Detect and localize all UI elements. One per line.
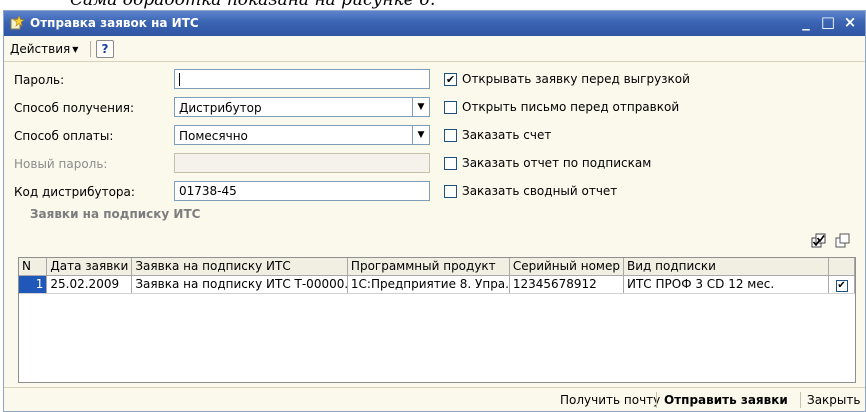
option-order-summary-report[interactable]: Заказать сводный отчет [444, 184, 617, 198]
checkbox[interactable] [444, 128, 457, 142]
app-icon [10, 16, 24, 30]
col-header-n[interactable]: N [19, 258, 48, 276]
password-label: Пароль: [14, 73, 65, 87]
option-label: Заказать сводный отчет [462, 184, 618, 198]
row-checkbox[interactable]: ✔ [835, 279, 848, 292]
checkbox[interactable] [444, 184, 457, 198]
cell-product[interactable]: 1С:Предприятие 8. Упра... [347, 275, 510, 294]
col-header-serial[interactable]: Серийный номер [509, 258, 624, 276]
distributor-code-field[interactable]: 01738-45 [174, 181, 430, 201]
password-field[interactable] [174, 69, 430, 89]
dialog-window: Отправка заявок на ИТС _ □ × Действия ▼ ?… [3, 10, 866, 412]
checkbox[interactable] [444, 100, 457, 114]
maximize-icon[interactable]: □ [819, 13, 837, 31]
cell-subscription-type[interactable]: ИТС ПРОФ 3 CD 12 мес. [623, 275, 830, 294]
payment-method-label: Способ оплаты: [14, 129, 114, 143]
table-row[interactable]: 1 25.02.2009 Заявка на подписку ИТС Т-00… [19, 275, 855, 294]
toolbar-divider [90, 41, 91, 57]
option-open-letter[interactable]: Открыть письмо перед отправкой [444, 100, 679, 114]
window-title: Отправка заявок на ИТС [30, 16, 199, 30]
section-title: Заявки на подписку ИТС [30, 207, 201, 221]
option-label: Заказать счет [462, 128, 552, 142]
actions-label: Действия [10, 42, 71, 56]
cell-request[interactable]: Заявка на подписку ИТС Т-00000... [131, 275, 348, 294]
option-label: Открывать заявку перед выгрузкой [462, 72, 690, 86]
payment-method-value: Помесячно [179, 129, 248, 143]
uncheck-all-icon[interactable] [835, 233, 851, 249]
minimize-icon[interactable]: _ [797, 13, 815, 31]
col-header-mark [828, 258, 855, 276]
option-open-request[interactable]: ✔ Открывать заявку перед выгрузкой [444, 72, 690, 86]
new-password-field [174, 153, 430, 173]
payment-method-select[interactable]: Помесячно ▼ [174, 125, 430, 145]
dropdown-arrow-icon[interactable]: ▼ [412, 98, 429, 116]
option-label: Открыть письмо перед отправкой [462, 100, 680, 114]
cell-mark[interactable]: ✔ [828, 275, 855, 294]
receive-method-label: Способ получения: [14, 101, 135, 115]
col-header-request[interactable]: Заявка на подписку ИТС [131, 258, 348, 276]
col-header-product[interactable]: Программный продукт [347, 258, 510, 276]
cell-n[interactable]: 1 [19, 275, 48, 294]
toolbar: Действия ▼ ? [4, 36, 865, 62]
cell-date[interactable]: 25.02.2009 [46, 275, 133, 294]
get-mail-button[interactable]: Получить почту [560, 393, 660, 407]
option-label: Заказать отчет по подпискам [462, 156, 652, 170]
close-button[interactable]: Закрыть [807, 393, 860, 407]
bottom-divider [800, 392, 801, 408]
receive-method-select[interactable]: Дистрибутор ▼ [174, 97, 430, 117]
help-button[interactable]: ? [96, 40, 114, 58]
option-order-subscription-report[interactable]: Заказать отчет по подпискам [444, 156, 651, 170]
send-requests-button[interactable]: Отправить заявки [664, 393, 788, 407]
table-header-row: N Дата заявки Заявка на подписку ИТС Про… [19, 258, 855, 276]
col-header-subscription-type[interactable]: Вид подписки [623, 258, 830, 276]
option-order-invoice[interactable]: Заказать счет [444, 128, 551, 142]
bottom-divider [656, 392, 657, 408]
col-header-date[interactable]: Дата заявки [46, 258, 133, 276]
dropdown-arrow-icon[interactable]: ▼ [412, 126, 429, 144]
checkbox[interactable] [444, 156, 457, 170]
title-bar[interactable]: Отправка заявок на ИТС _ □ × [4, 11, 865, 36]
close-icon[interactable]: × [841, 13, 859, 31]
text-cursor [179, 73, 180, 86]
cell-serial[interactable]: 12345678912 [509, 275, 624, 294]
chevron-down-icon: ▼ [72, 45, 79, 54]
checkbox-checked[interactable]: ✔ [444, 72, 457, 86]
bottom-command-bar: Получить почту Отправить заявки Закрыть [4, 387, 865, 411]
actions-menu-button[interactable]: Действия ▼ [10, 42, 78, 56]
receive-method-value: Дистрибутор [179, 101, 262, 115]
check-all-icon[interactable] [811, 233, 827, 249]
new-password-label: Новый пароль: [14, 157, 108, 171]
table-toolbar [811, 233, 851, 249]
requests-table[interactable]: N Дата заявки Заявка на подписку ИТС Про… [18, 257, 856, 383]
distributor-code-label: Код дистрибутора: [14, 185, 135, 199]
